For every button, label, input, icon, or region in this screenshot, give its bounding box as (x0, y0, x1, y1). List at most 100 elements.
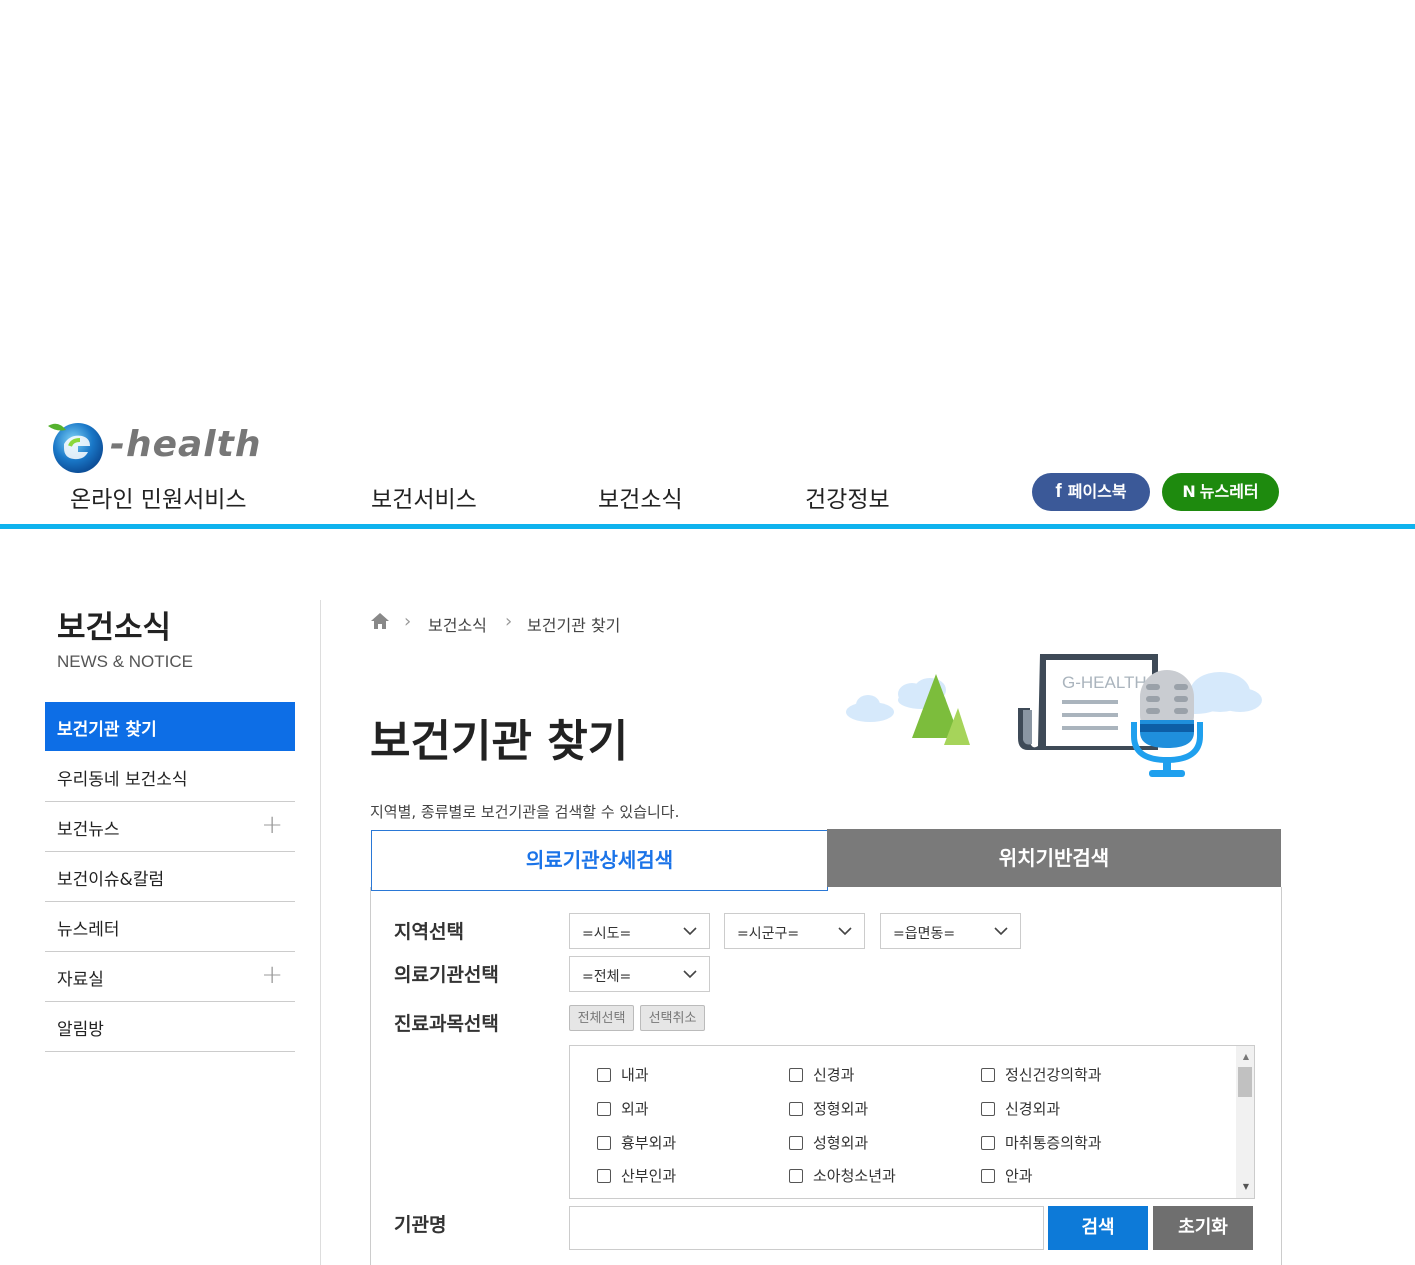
department-checkbox[interactable]: 신경과 (789, 1064, 854, 1085)
checkbox[interactable] (981, 1067, 995, 1082)
sidebar-divider (320, 600, 321, 1265)
department-label-text: 마취통증의학과 (1005, 1134, 1102, 1152)
sidebar-item-newsletter[interactable]: 뉴스레터 (45, 902, 295, 952)
institution-type-select[interactable]: =전체= (569, 956, 710, 992)
sidebar-item-health-news[interactable]: 보건뉴스 + (45, 802, 295, 852)
department-checkbox[interactable]: 마취통증의학과 (981, 1132, 1102, 1153)
facebook-label: 페이스북 (1067, 482, 1127, 501)
department-checkbox-list: 내과 신경과 정신건강의학과 외과 정형외과 신경외과 흉부외과 성형외과 마취… (569, 1045, 1255, 1199)
checkbox[interactable] (981, 1135, 995, 1150)
department-checkbox[interactable]: 외과 (597, 1098, 649, 1119)
department-label-text: 흉부외과 (621, 1134, 677, 1152)
institution-name-label: 기관명 (394, 1214, 447, 1236)
eupmyeondong-select[interactable]: =읍면동= (880, 913, 1021, 949)
sido-select[interactable]: =시도= (569, 913, 710, 949)
illustration-text: G-HEALTH (1062, 673, 1147, 692)
gnb-health-service[interactable]: 보건서비스 (371, 480, 477, 514)
tab-location-search[interactable]: 위치기반검색 (827, 829, 1281, 887)
news-microphone-illustration: G-HEALTH (846, 654, 1262, 777)
reset-button[interactable]: 초기화 (1153, 1206, 1253, 1250)
checkbox[interactable] (789, 1067, 803, 1082)
breadcrumb-item[interactable]: 보건소식 (428, 612, 487, 636)
department-checkbox[interactable]: 소아청소년과 (789, 1165, 896, 1186)
select-all-button[interactable]: 전체선택 (569, 1005, 634, 1031)
institution-label: 의료기관선택 (394, 964, 499, 986)
department-checkbox[interactable]: 내과 (597, 1064, 649, 1085)
checkbox[interactable] (789, 1101, 803, 1116)
department-checkbox[interactable]: 성형외과 (789, 1132, 868, 1153)
checkbox[interactable] (597, 1101, 611, 1116)
institution-select-value: =전체= (582, 969, 632, 985)
department-label-text: 외과 (621, 1100, 649, 1118)
department-label-text: 신경과 (813, 1066, 855, 1084)
sidebar-item-archive[interactable]: 자료실 + (45, 952, 295, 1002)
sidebar-item-label: 자료실 (57, 970, 104, 990)
gnb-online-service[interactable]: 온라인 민원서비스 (70, 480, 247, 514)
department-label-text: 정형외과 (813, 1100, 869, 1118)
department-label-text: 소아청소년과 (813, 1167, 896, 1185)
eupmyeondong-select-value: =읍면동= (893, 926, 956, 942)
chevron-down-icon (994, 927, 1008, 936)
g-logo-icon (48, 423, 103, 473)
sidebar-title: 보건소식 (57, 610, 172, 646)
scroll-up-arrow-icon[interactable]: ▲ (1243, 1052, 1249, 1061)
department-checkbox[interactable]: 안과 (981, 1165, 1033, 1186)
newsletter-button[interactable]: N 뉴스레터 (1162, 473, 1279, 511)
tab-detail-search[interactable]: 의료기관상세검색 (371, 830, 828, 891)
sidebar-subtitle: NEWS & NOTICE (57, 652, 194, 671)
expand-plus-icon[interactable]: + (261, 810, 283, 840)
chevron-down-icon (683, 970, 697, 979)
checkbox[interactable] (789, 1168, 803, 1183)
sidebar-item-local-news[interactable]: 우리동네 보건소식 (45, 752, 295, 802)
page-description: 지역별, 종류별로 보건기관을 검색할 수 있습니다. (370, 803, 680, 821)
sidebar-item-find-institution[interactable]: 보건기관 찾기 (45, 702, 295, 751)
deselect-all-button[interactable]: 선택취소 (640, 1005, 705, 1031)
checkbox[interactable] (597, 1135, 611, 1150)
sidebar-item-label: 우리동네 보건소식 (57, 770, 188, 790)
department-checkbox[interactable]: 정신건강의학과 (981, 1064, 1102, 1085)
scrollbar-thumb[interactable] (1238, 1067, 1252, 1097)
sidebar-item-label: 뉴스레터 (57, 920, 120, 940)
sidebar-item-label: 보건이슈&칼럼 (57, 870, 165, 890)
scrollbar[interactable]: ▲ ▼ (1236, 1046, 1254, 1198)
checkbox[interactable] (981, 1101, 995, 1116)
department-checkbox[interactable]: 신경외과 (981, 1098, 1060, 1119)
sidebar-item-label: 보건뉴스 (57, 820, 120, 840)
region-label: 지역선택 (394, 921, 464, 943)
newsletter-icon: N (1182, 482, 1196, 501)
department-checkbox[interactable]: 정형외과 (789, 1098, 868, 1119)
chevron-down-icon (683, 927, 697, 936)
gnb-health-info[interactable]: 건강정보 (805, 480, 890, 514)
checkbox[interactable] (597, 1067, 611, 1082)
department-checkbox[interactable]: 산부인과 (597, 1165, 676, 1186)
sidebar-item-notice-board[interactable]: 알림방 (45, 1002, 295, 1052)
home-icon[interactable] (370, 612, 390, 630)
gnb-health-news[interactable]: 보건소식 (598, 480, 683, 514)
search-button[interactable]: 검색 (1048, 1206, 1148, 1250)
sidebar-item-label: 알림방 (57, 1020, 104, 1040)
site-logo[interactable]: -health (44, 418, 264, 474)
expand-plus-icon[interactable]: + (261, 960, 283, 990)
header-divider (0, 524, 1415, 529)
institution-name-input[interactable] (569, 1206, 1044, 1250)
page-title: 보건기관 찾기 (370, 716, 629, 767)
department-checkbox[interactable]: 흉부외과 (597, 1132, 676, 1153)
department-label-text: 산부인과 (621, 1167, 677, 1185)
sido-select-value: =시도= (582, 926, 632, 942)
checkbox[interactable] (981, 1168, 995, 1183)
department-label-text: 신경외과 (1005, 1100, 1061, 1118)
department-label: 진료과목선택 (394, 1013, 499, 1035)
checkbox[interactable] (597, 1168, 611, 1183)
department-label-text: 정신건강의학과 (1005, 1066, 1102, 1084)
chevron-down-icon (838, 927, 852, 936)
facebook-button[interactable]: f 페이스북 (1032, 473, 1150, 511)
logo-text: -health (110, 424, 262, 465)
scroll-down-arrow-icon[interactable]: ▼ (1243, 1182, 1249, 1191)
sidebar-item-issue-column[interactable]: 보건이슈&칼럼 (45, 852, 295, 902)
breadcrumb-item-current: 보건기관 찾기 (527, 616, 621, 635)
checkbox[interactable] (789, 1135, 803, 1150)
department-label-text: 내과 (621, 1066, 649, 1084)
breadcrumb-chevron-icon: › (404, 611, 412, 632)
newsletter-label: 뉴스레터 (1199, 482, 1259, 501)
sigungu-select[interactable]: =시군구= (724, 913, 865, 949)
